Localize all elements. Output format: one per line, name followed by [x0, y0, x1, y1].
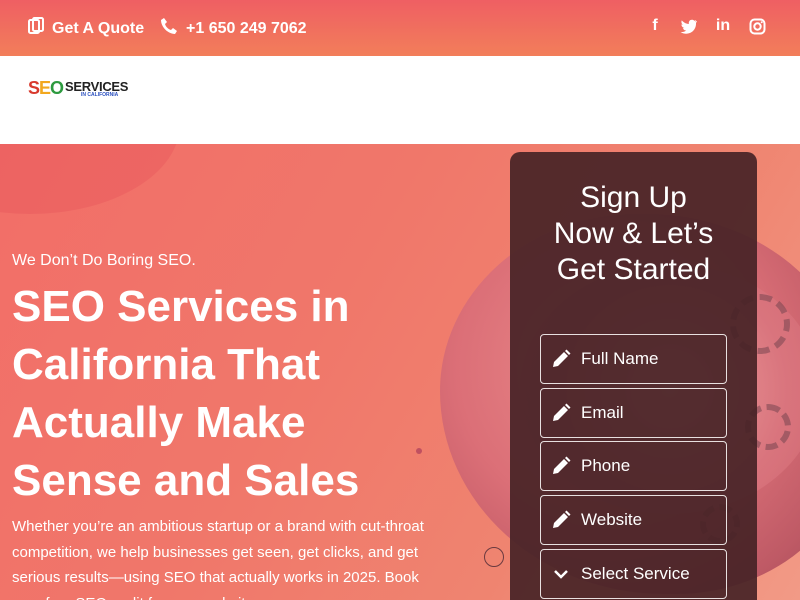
phone-placeholder: Phone: [581, 456, 631, 475]
hero-section: We Don’t Do Boring SEO. SEO Services in …: [0, 144, 800, 600]
full-name-placeholder: Full Name: [581, 349, 659, 368]
full-name-field[interactable]: Full Name: [540, 334, 727, 384]
signup-form-card: Sign Up Now & Let’s Get Started Full Nam…: [510, 152, 757, 600]
logo-letter-e: E: [39, 78, 51, 98]
website-placeholder: Website: [581, 510, 643, 529]
clipboard-icon: [28, 17, 44, 40]
social-links: f in: [646, 16, 766, 36]
get-a-quote-label: Get A Quote: [52, 19, 145, 37]
hero-tagline: We Don’t Do Boring SEO.: [12, 252, 196, 269]
logo-subtext: IN CALIFORNIA: [81, 91, 119, 98]
service-select-value: Select Service: [581, 564, 690, 583]
hero-headline: SEO Services in California That Actually…: [12, 282, 360, 505]
hero-description: Whether you’re an ambitious startup or a…: [12, 518, 424, 600]
email-placeholder: Email: [581, 403, 624, 422]
get-a-quote-link[interactable]: Get A Quote: [28, 17, 144, 40]
logo-wordmark: SERVICES IN CALIFORNIA: [65, 80, 128, 98]
logo-services-text: SERVICES: [65, 78, 129, 94]
website-field[interactable]: Website: [540, 495, 727, 545]
pencil-icon: [541, 349, 581, 369]
top-bar: Get A Quote +1 650 249 7062 f in: [0, 0, 800, 56]
site-logo[interactable]: S E O SERVICES IN CALIFORNIA: [28, 78, 128, 99]
pencil-icon: [541, 510, 581, 530]
phone-number: +1 650 249 7062: [186, 19, 307, 37]
site-header: S E O SERVICES IN CALIFORNIA: [0, 56, 800, 144]
instagram-icon[interactable]: [748, 16, 766, 36]
pencil-icon: [541, 403, 581, 423]
decorative-blob: [0, 144, 180, 214]
twitter-icon[interactable]: [680, 16, 698, 36]
pencil-icon: [541, 456, 581, 476]
linkedin-icon[interactable]: in: [714, 16, 732, 36]
service-select[interactable]: Select Service: [540, 549, 727, 599]
logo-letter-s: S: [28, 78, 40, 98]
decorative-ring: [484, 547, 504, 567]
facebook-icon[interactable]: f: [646, 16, 664, 36]
email-field[interactable]: Email: [540, 388, 727, 438]
phone-field[interactable]: Phone: [540, 441, 727, 491]
phone-link[interactable]: +1 650 249 7062: [160, 17, 307, 40]
logo-letter-o: O: [50, 78, 64, 98]
signup-title: Sign Up Now & Let’s Get Started: [553, 181, 714, 286]
chevron-down-icon: [541, 568, 581, 580]
phone-icon: [160, 17, 178, 40]
